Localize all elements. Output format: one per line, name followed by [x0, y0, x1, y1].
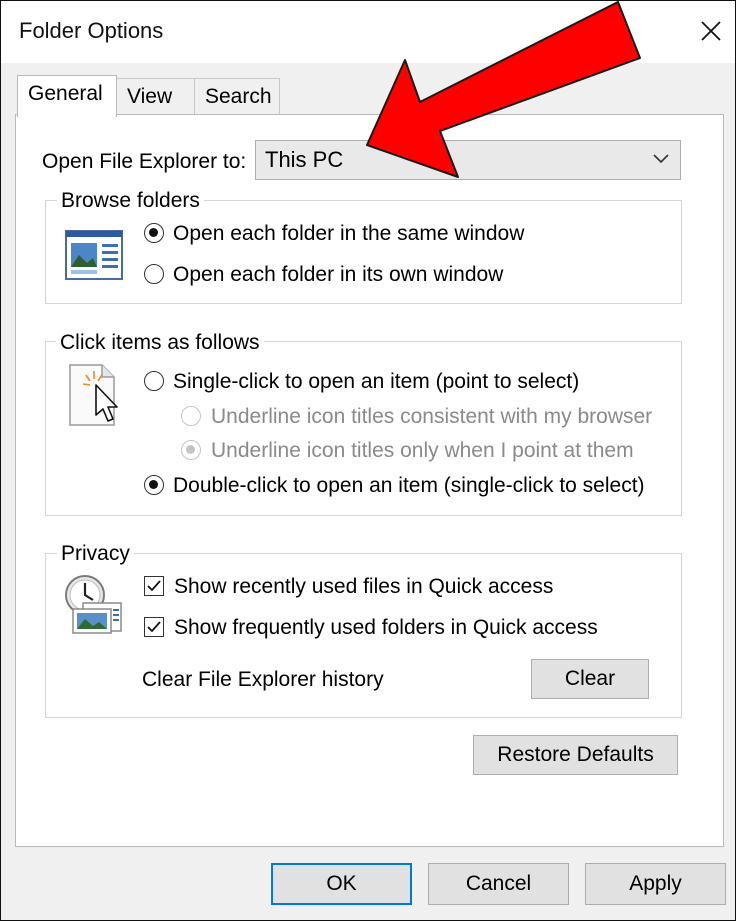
privacy-history-icon	[63, 573, 125, 640]
window-title: Folder Options	[19, 18, 164, 43]
clear-button-label: Clear	[564, 667, 616, 690]
apply-button[interactable]: Apply	[585, 863, 726, 905]
tab-general[interactable]: General	[17, 75, 117, 117]
tab-view[interactable]: View	[116, 78, 195, 114]
browse-folders-group	[45, 200, 682, 304]
checkbox-recent-files[interactable]	[144, 576, 164, 596]
radio-double-click[interactable]	[144, 475, 164, 495]
browse-folders-window-icon	[65, 230, 123, 285]
radio-own-window[interactable]	[144, 264, 164, 284]
tab-view-label: View	[127, 85, 173, 108]
checkbox-frequent-folders[interactable]	[144, 617, 164, 637]
radio-underline-browser[interactable]	[181, 406, 201, 426]
open-explorer-dropdown[interactable]: This PC	[255, 140, 681, 180]
click-cursor-icon	[68, 363, 124, 434]
click-items-title: Click items as follows	[56, 331, 264, 355]
own-window-label: Open each folder in its own window	[173, 263, 504, 286]
checkmark-icon	[147, 580, 161, 592]
privacy-title: Privacy	[57, 542, 134, 566]
folder-options-dialog: Folder Options General View Search Open …	[0, 0, 736, 921]
cancel-button-label: Cancel	[465, 872, 532, 895]
underline-browser-label: Underline icon titles consistent with my…	[211, 405, 653, 428]
radio-single-click[interactable]	[144, 371, 164, 391]
tab-general-label: General	[28, 82, 103, 105]
checkmark-icon	[147, 621, 161, 633]
same-window-label: Open each folder in the same window	[173, 222, 525, 245]
radio-same-window[interactable]	[144, 223, 164, 243]
underline-point-label: Underline icon titles only when I point …	[211, 439, 634, 462]
single-click-label: Single-click to open an item (point to s…	[173, 370, 580, 393]
ok-button-label: OK	[326, 872, 357, 895]
close-icon	[701, 21, 721, 41]
cancel-button[interactable]: Cancel	[428, 863, 569, 905]
close-button[interactable]	[691, 11, 731, 51]
clear-button[interactable]: Clear	[531, 659, 649, 699]
radio-underline-point[interactable]	[181, 440, 201, 460]
apply-button-label: Apply	[629, 872, 682, 895]
restore-defaults-button[interactable]: Restore Defaults	[473, 735, 678, 775]
title-bar: Folder Options	[1, 1, 735, 63]
tab-search[interactable]: Search	[194, 78, 280, 114]
browse-folders-title: Browse folders	[57, 189, 204, 213]
restore-defaults-label: Restore Defaults	[497, 743, 654, 766]
tab-search-label: Search	[205, 85, 272, 108]
frequent-folders-label: Show frequently used folders in Quick ac…	[174, 616, 598, 639]
chevron-down-icon	[653, 154, 669, 164]
ok-button[interactable]: OK	[271, 863, 412, 905]
open-explorer-label: Open File Explorer to:	[42, 150, 247, 173]
clear-history-label: Clear File Explorer history	[142, 668, 384, 691]
double-click-label: Double-click to open an item (single-cli…	[173, 474, 645, 497]
recent-files-label: Show recently used files in Quick access	[174, 575, 554, 598]
open-explorer-value: This PC	[265, 147, 344, 172]
